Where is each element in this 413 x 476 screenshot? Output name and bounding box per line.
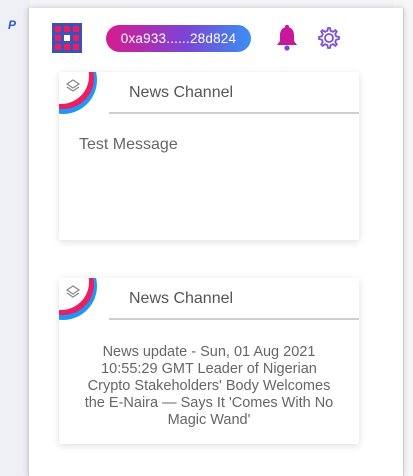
popup-header: 0xa933......28d824: [29, 8, 403, 68]
notification-message: News update - Sun, 01 Aug 2021 10:55:29 …: [84, 344, 334, 428]
card-divider: [109, 112, 359, 114]
notification-card[interactable]: News Channel Test Message: [59, 72, 359, 240]
channel-name: News Channel: [129, 84, 234, 101]
channel-avatar-icon: [59, 278, 97, 320]
channel-name: News Channel: [129, 290, 234, 307]
paypal-logo-icon: P: [8, 18, 17, 32]
card-divider: [109, 318, 359, 320]
notification-message: Test Message: [79, 136, 178, 153]
grid-logo-icon[interactable]: [52, 23, 82, 53]
gear-icon[interactable]: [316, 25, 342, 51]
notification-card[interactable]: News Channel News update - Sun, 01 Aug 2…: [59, 278, 359, 444]
bell-icon[interactable]: [275, 25, 299, 51]
extension-popup: 0xa933......28d824 News Channel Test Mes…: [28, 8, 404, 476]
browser-background-left: P: [0, 0, 30, 476]
channel-avatar-icon: [59, 72, 97, 114]
wallet-address-button[interactable]: 0xa933......28d824: [106, 25, 251, 52]
